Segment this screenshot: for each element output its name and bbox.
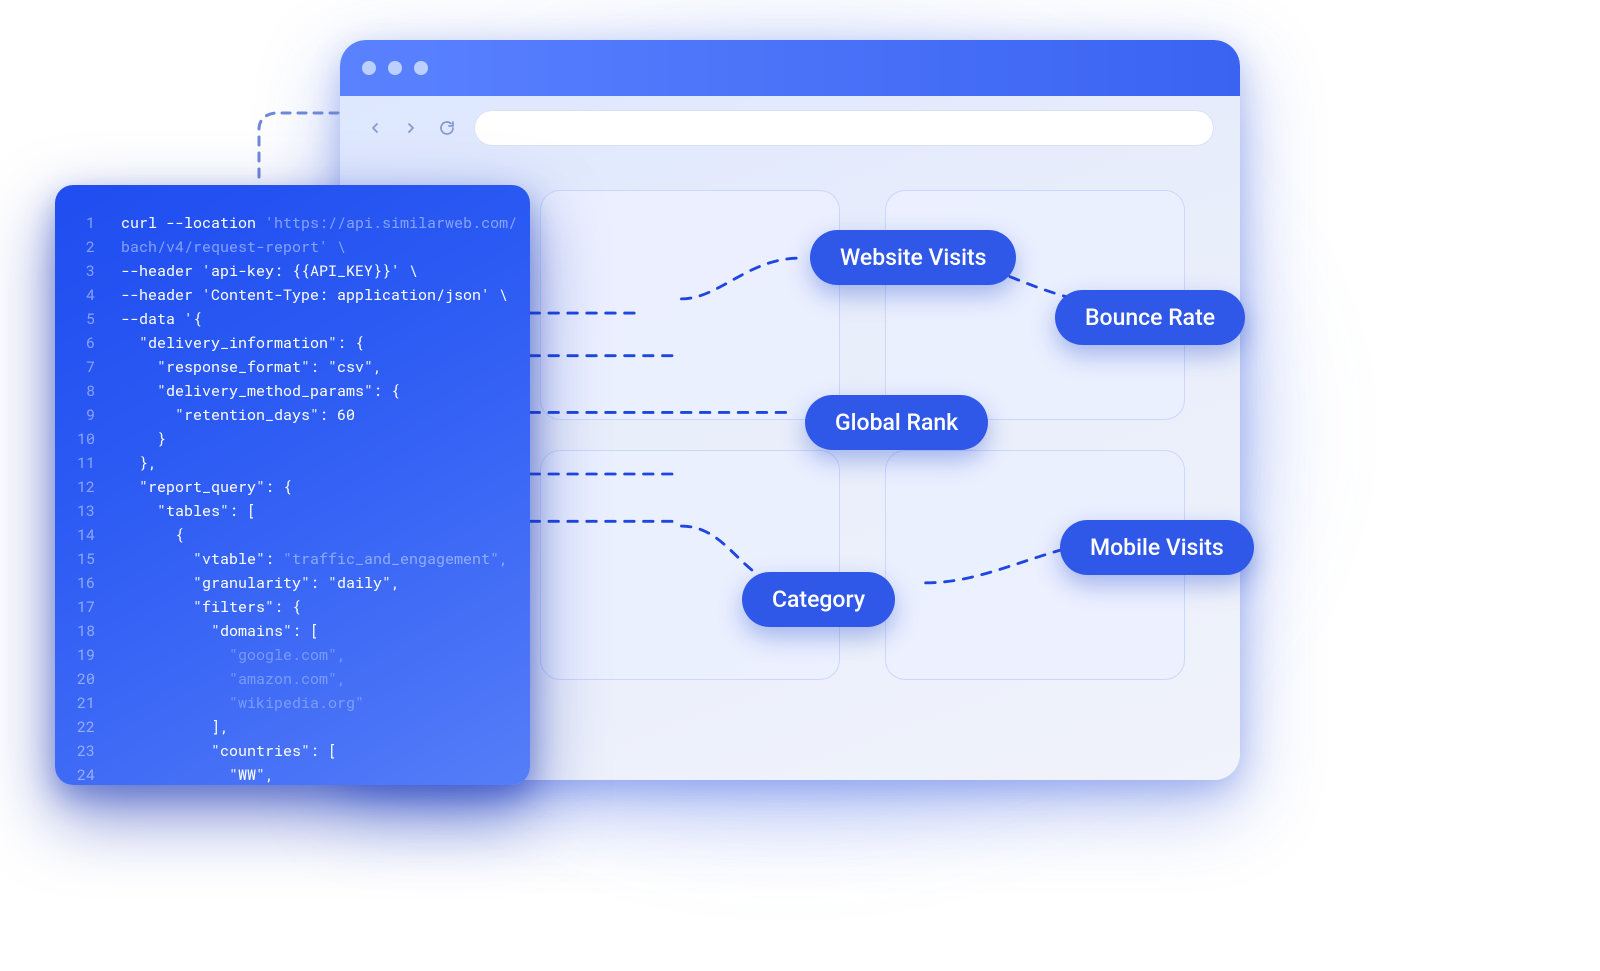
dashboard-panel-tl <box>540 190 840 420</box>
metric-pill-mobile-visits[interactable]: Mobile Visits <box>1060 520 1254 575</box>
metric-pill-website-visits[interactable]: Website Visits <box>810 230 1016 285</box>
dashboard-panel-bl <box>540 450 840 680</box>
window-control-minimize-icon[interactable] <box>388 61 402 75</box>
forward-icon[interactable] <box>402 119 420 137</box>
code-source: curl --location 'https://api.similarweb.… <box>121 211 517 785</box>
url-bar[interactable] <box>474 110 1214 146</box>
metric-pill-bounce-rate[interactable]: Bounce Rate <box>1055 290 1245 345</box>
metric-pill-category[interactable]: Category <box>742 572 895 627</box>
browser-titlebar <box>340 40 1240 96</box>
window-control-close-icon[interactable] <box>362 61 376 75</box>
code-line-numbers: 123456789101112131415161718192021222324 <box>73 211 95 785</box>
metric-pill-global-rank[interactable]: Global Rank <box>805 395 988 450</box>
browser-toolbar <box>340 96 1240 160</box>
code-panel: 123456789101112131415161718192021222324 … <box>55 185 530 785</box>
window-control-zoom-icon[interactable] <box>414 61 428 75</box>
reload-icon[interactable] <box>438 119 456 137</box>
back-icon[interactable] <box>366 119 384 137</box>
